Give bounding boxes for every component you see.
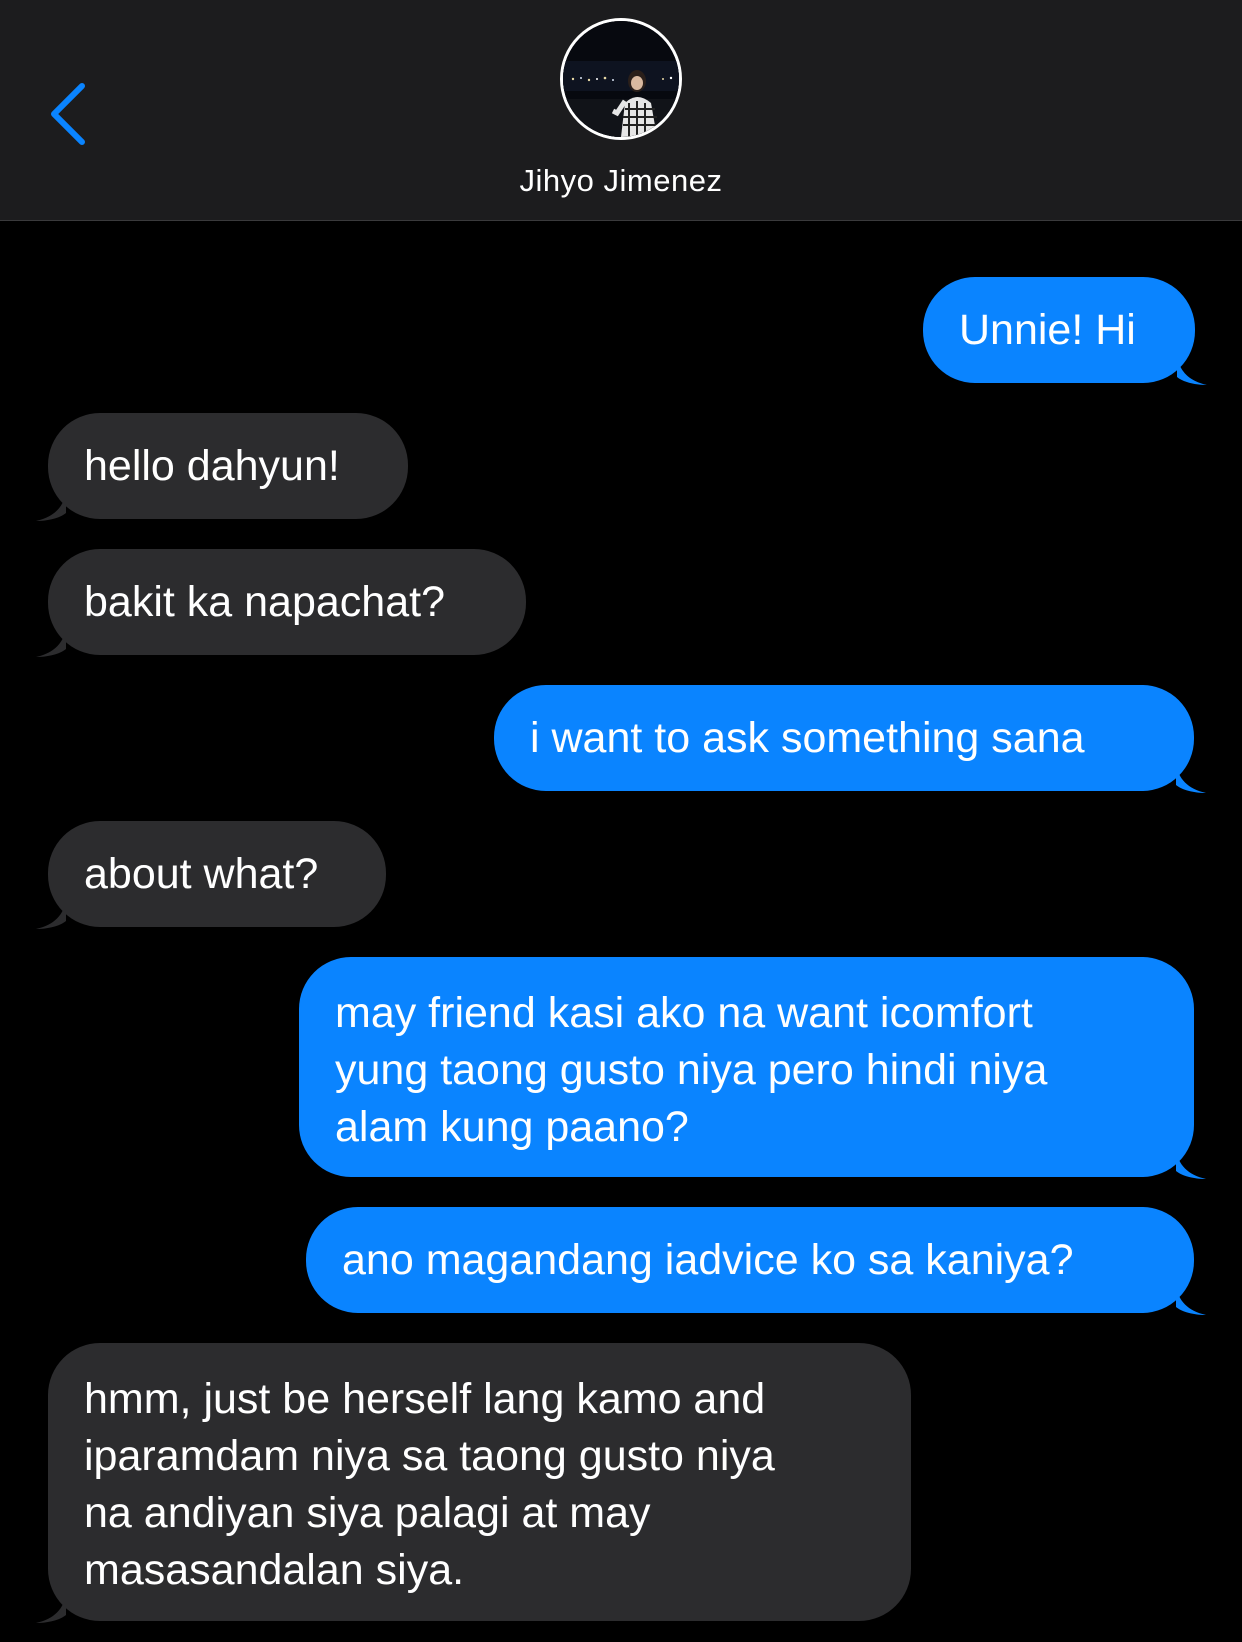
message-text: may friend kasi ako na want icomfort yun… <box>335 989 1048 1151</box>
conversation-header: Jihyo Jimenez <box>0 0 1242 221</box>
contact-photo-icon <box>563 21 679 137</box>
back-button[interactable] <box>38 78 98 150</box>
bubble-tail-icon <box>36 627 66 657</box>
bubble-tail-icon <box>36 491 66 521</box>
bubble-tail-icon <box>1176 763 1206 793</box>
message-bubble-received[interactable]: about what? <box>36 821 386 929</box>
message-bubble-sent[interactable]: Unnie! Hi <box>923 277 1207 385</box>
bubble-tail-icon <box>36 899 66 929</box>
message-text: hello dahyun! <box>84 441 340 490</box>
message-text: bakit ka napachat? <box>84 577 445 626</box>
message-thread: Unnie! Hi hello dahyun! bakit ka napacha… <box>0 221 1242 1642</box>
message-text: Unnie! Hi <box>959 305 1136 354</box>
message-bubble-received[interactable]: hmm, just be herself lang kamo and ipara… <box>36 1343 911 1623</box>
message-bubble-received[interactable]: bakit ka napachat? <box>36 549 526 657</box>
message-text: about what? <box>84 849 319 898</box>
message-text: ano magandang iadvice ko sa kaniya? <box>342 1235 1074 1284</box>
bubble-tail-icon <box>1176 1285 1206 1315</box>
contact-avatar[interactable] <box>560 18 682 140</box>
chevron-left-icon <box>51 83 85 145</box>
message-text: hmm, just be herself lang kamo and ipara… <box>84 1375 775 1594</box>
message-bubble-sent[interactable]: i want to ask something sana <box>494 685 1206 793</box>
bubble-tail-icon <box>1177 355 1207 385</box>
message-bubble-sent[interactable]: ano magandang iadvice ko sa kaniya? <box>306 1207 1206 1315</box>
contact-name[interactable]: Jihyo Jimenez <box>0 163 1242 199</box>
message-bubble-sent[interactable]: may friend kasi ako na want icomfort yun… <box>299 957 1206 1179</box>
message-text: i want to ask something sana <box>530 713 1085 762</box>
bubble-tail-icon <box>36 1593 66 1623</box>
bubble-tail-icon <box>1176 1149 1206 1179</box>
message-bubble-received[interactable]: hello dahyun! <box>36 413 408 521</box>
